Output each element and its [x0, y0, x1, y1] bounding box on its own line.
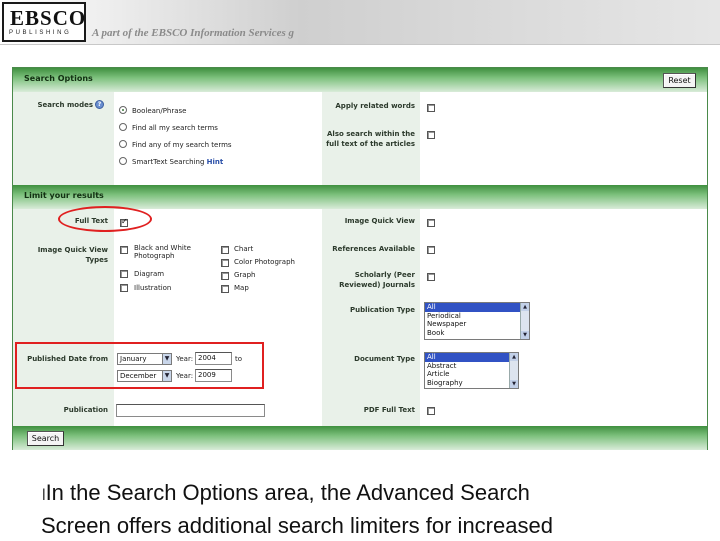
image-type-color-checkbox[interactable]	[221, 259, 229, 267]
reset-button[interactable]: Reset	[663, 73, 696, 88]
mode-label-smarttext: SmartText Searching Hint	[132, 158, 223, 167]
mode-label-find-all: Find all my search terms	[132, 124, 218, 132]
image-type-illustration-checkbox[interactable]	[120, 284, 128, 292]
image-type-map-checkbox[interactable]	[221, 285, 229, 293]
image-type-chart-checkbox[interactable]	[221, 246, 229, 254]
search-options-title: Search Options	[24, 74, 93, 83]
caption-line-1-text: In the Search Options area, the Advanced…	[45, 480, 530, 505]
document-type-label: Document Type	[354, 355, 415, 363]
image-type-bw-label: Black and White Photograph	[134, 244, 191, 260]
image-type-chart-label: Chart	[234, 245, 254, 253]
document-type-list[interactable]: All Abstract Article Biography ▲ ▼	[424, 352, 519, 389]
scroll-down-icon[interactable]: ▼	[521, 331, 529, 339]
references-available-checkbox[interactable]	[427, 246, 435, 254]
list-item[interactable]: All	[425, 353, 518, 362]
list-item[interactable]: Newspaper	[425, 320, 529, 329]
list-item[interactable]: Abstract	[425, 362, 518, 371]
caption-line-2: Screen offers additional search limiters…	[41, 513, 553, 538]
pdf-full-text-label: PDF Full Text	[363, 406, 415, 414]
header-tagline: A part of the EBSCO Information Services…	[92, 27, 295, 39]
help-icon[interactable]: ?	[95, 100, 104, 109]
publication-label: Publication	[63, 406, 108, 414]
image-types-label: Image Quick View Types	[37, 246, 108, 264]
search-button[interactable]: Search	[27, 431, 64, 446]
logo-sub-text: PUBLISHING	[9, 30, 72, 36]
hint-link[interactable]: Hint	[207, 158, 224, 166]
scholarly-checkbox[interactable]	[427, 273, 435, 281]
list-item[interactable]: Article	[425, 370, 518, 379]
image-type-color-label: Color Photograph	[234, 258, 295, 266]
list-item[interactable]: Book	[425, 329, 529, 338]
apply-related-label: Apply related words	[335, 102, 415, 110]
limit-left-column	[114, 209, 322, 426]
search-modes-label: Search modes	[37, 101, 93, 109]
scroll-down-icon[interactable]: ▼	[510, 380, 518, 388]
image-quick-view-label: Image Quick View	[344, 217, 415, 225]
radio-smarttext[interactable]	[119, 157, 127, 165]
scholarly-label: Scholarly (Peer Reviewed) Journals	[339, 271, 415, 289]
full-text-highlight-ellipse	[58, 206, 152, 232]
image-type-diagram-label: Diagram	[134, 270, 165, 278]
references-available-label: References Available	[332, 245, 415, 253]
scroll-up-icon[interactable]: ▲	[521, 303, 529, 311]
image-type-diagram-checkbox[interactable]	[120, 270, 128, 278]
scroll-up-icon[interactable]: ▲	[510, 353, 518, 361]
publication-type-label: Publication Type	[349, 306, 415, 314]
search-options-panel: Search Options Reset Search modes ? Bool…	[12, 67, 708, 450]
list-item[interactable]: Periodical	[425, 312, 529, 321]
image-quick-view-checkbox[interactable]	[427, 219, 435, 227]
image-type-illustration-label: Illustration	[134, 284, 172, 292]
scrollbar[interactable]: ▲ ▼	[520, 303, 529, 339]
scrollbar[interactable]: ▲ ▼	[509, 353, 518, 388]
logo-main-text: EBSCO	[10, 6, 87, 30]
also-search-checkbox[interactable]	[427, 131, 435, 139]
search-button-bar	[13, 426, 707, 450]
header-banner: EBSCO PUBLISHING A part of the EBSCO Inf…	[0, 0, 720, 45]
related-options-column	[420, 92, 707, 185]
search-options-titlebar: Search Options	[13, 68, 707, 92]
apply-related-checkbox[interactable]	[427, 104, 435, 112]
smarttext-label: SmartText Searching	[132, 158, 205, 166]
image-type-graph-checkbox[interactable]	[221, 272, 229, 280]
publication-input[interactable]	[116, 404, 265, 417]
radio-find-all[interactable]	[119, 123, 127, 131]
limit-results-titlebar: Limit your results	[13, 185, 707, 209]
also-search-label: Also search within the full text of the …	[326, 130, 415, 148]
caption-line-1: lIn the Search Options area, the Advance…	[42, 478, 553, 511]
mode-label-find-any: Find any of my search terms	[132, 141, 232, 149]
publication-type-list[interactable]: All Periodical Newspaper Book ▲ ▼	[424, 302, 530, 340]
published-date-highlight-box	[15, 342, 264, 389]
radio-boolean-phrase[interactable]	[119, 106, 127, 114]
image-type-graph-label: Graph	[234, 271, 256, 279]
limit-results-title: Limit your results	[24, 191, 104, 200]
slide-caption: lIn the Search Options area, the Advance…	[41, 478, 553, 541]
list-item[interactable]: All	[425, 303, 529, 312]
mode-label-boolean: Boolean/Phrase	[132, 107, 187, 115]
list-item[interactable]: Biography	[425, 379, 518, 388]
image-type-map-label: Map	[234, 284, 249, 292]
radio-find-any[interactable]	[119, 140, 127, 148]
image-type-bw-checkbox[interactable]	[120, 246, 128, 254]
ebsco-logo: EBSCO PUBLISHING	[2, 2, 86, 42]
pdf-full-text-checkbox[interactable]	[427, 407, 435, 415]
search-modes-column	[114, 92, 322, 185]
